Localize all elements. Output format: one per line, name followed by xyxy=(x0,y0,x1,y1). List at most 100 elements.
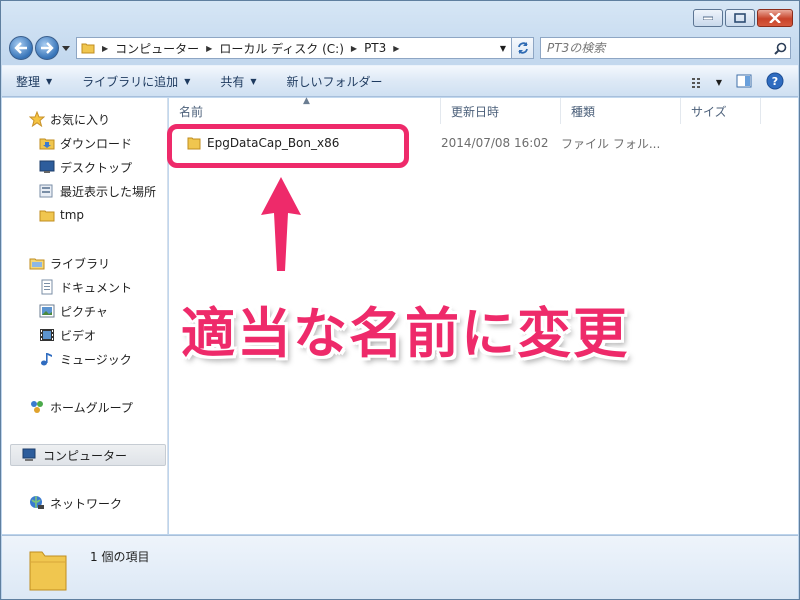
sidebar-item-music[interactable]: ミュージック xyxy=(38,348,166,370)
sidebar-label: ミュージック xyxy=(60,352,132,367)
file-date: 2014/07/08 16:02 xyxy=(441,136,549,150)
sidebar-item-desktop[interactable]: デスクトップ xyxy=(38,156,166,178)
star-icon xyxy=(28,111,46,127)
breadcrumb-separator[interactable]: ▶ xyxy=(206,44,212,53)
videos-icon xyxy=(38,327,56,343)
annotation-text: 適当な名前に変更 xyxy=(181,302,629,365)
column-header-type[interactable]: 種類 xyxy=(561,98,681,124)
preview-pane-icon xyxy=(736,74,752,88)
sidebar-label: ビデオ xyxy=(60,328,97,343)
sidebar-item-computer[interactable]: コンピューター xyxy=(10,444,166,466)
address-bar[interactable]: ▶ コンピューター ▶ ローカル ディスク (C:) ▶ PT3 ▶ ▼ xyxy=(76,37,512,59)
maximize-icon xyxy=(734,13,746,23)
column-header-size[interactable]: サイズ xyxy=(681,98,761,124)
column-label: 更新日時 xyxy=(451,104,500,119)
sidebar-item-downloads[interactable]: ダウンロード xyxy=(38,132,166,154)
close-button[interactable] xyxy=(757,9,793,27)
breadcrumb-separator[interactable]: ▶ xyxy=(102,44,108,53)
sidebar-item-network[interactable]: ネットワーク xyxy=(28,492,166,514)
sidebar-label: コンピューター xyxy=(43,448,128,463)
folder-icon xyxy=(81,41,95,55)
window-controls xyxy=(693,9,793,27)
new-folder-label: 新しいフォルダー xyxy=(286,74,383,89)
pictures-icon xyxy=(38,303,56,319)
folder-icon xyxy=(28,544,68,595)
sidebar-item-favorites[interactable]: お気に入り xyxy=(28,108,166,130)
view-options-button[interactable]: ▼ xyxy=(691,77,722,89)
help-button[interactable]: ? xyxy=(766,72,784,93)
breadcrumb-pt3[interactable]: PT3 xyxy=(364,41,386,55)
maximize-button[interactable] xyxy=(725,9,755,27)
refresh-icon xyxy=(517,42,528,54)
search-icon[interactable] xyxy=(770,42,790,55)
sidebar-label: ドキュメント xyxy=(60,280,133,295)
sidebar-label: お気に入り xyxy=(50,112,111,127)
sidebar-item-libraries[interactable]: ライブラリ xyxy=(28,252,166,274)
sidebar-item-videos[interactable]: ビデオ xyxy=(38,324,166,346)
recent-places-icon xyxy=(38,183,56,199)
documents-icon xyxy=(38,279,56,295)
column-label: サイズ xyxy=(691,104,727,119)
downloads-folder-icon xyxy=(38,135,56,151)
chevron-down-icon: ▼ xyxy=(250,76,257,86)
computer-icon xyxy=(21,447,39,463)
breadcrumb-separator[interactable]: ▶ xyxy=(351,44,357,53)
minimize-icon xyxy=(703,16,713,20)
sort-ascending-icon: ▲ xyxy=(303,96,310,106)
sidebar-label: デスクトップ xyxy=(60,160,133,175)
highlight-box xyxy=(167,124,409,168)
sidebar-item-pictures[interactable]: ピクチャ xyxy=(38,300,166,322)
sidebar-label: ホームグループ xyxy=(50,400,133,415)
network-icon xyxy=(28,495,46,511)
sidebar-label: ライブラリ xyxy=(50,256,111,271)
sidebar-label: ネットワーク xyxy=(50,496,123,511)
organize-label: 整理 xyxy=(16,74,41,89)
chevron-down-icon: ▼ xyxy=(184,76,191,86)
svg-text:?: ? xyxy=(772,75,778,88)
navigation-pane: お気に入り ダウンロード デスクトップ 最近表示した場所 tmp ライブラリ ド… xyxy=(2,98,168,534)
new-folder-button[interactable]: 新しいフォルダー xyxy=(287,73,383,90)
details-view-icon xyxy=(691,77,700,88)
preview-pane-button[interactable] xyxy=(736,74,752,91)
file-type: ファイル フォル... xyxy=(561,136,661,151)
sidebar-label: tmp xyxy=(60,208,85,222)
column-header-name[interactable]: 名前 ▲ xyxy=(169,96,441,124)
help-icon: ? xyxy=(766,72,784,90)
address-history-dropdown[interactable]: ▼ xyxy=(495,44,511,53)
details-pane: 1 個の項目 xyxy=(2,535,798,599)
chevron-down-icon xyxy=(62,45,70,51)
breadcrumb-computer[interactable]: コンピューター xyxy=(115,40,199,57)
share-button[interactable]: 共有 ▼ xyxy=(220,73,256,90)
sidebar-label: ピクチャ xyxy=(60,304,108,319)
sidebar-item-recent-places[interactable]: 最近表示した場所 xyxy=(38,180,166,202)
sidebar-item-tmp[interactable]: tmp xyxy=(38,204,166,226)
breadcrumb-separator[interactable]: ▶ xyxy=(393,44,399,53)
chevron-down-icon: ▼ xyxy=(715,78,722,87)
add-to-library-button[interactable]: ライブラリに追加 ▼ xyxy=(82,73,190,90)
search-box[interactable] xyxy=(540,37,791,59)
item-count: 1 個の項目 xyxy=(90,550,150,564)
close-icon xyxy=(769,13,781,23)
explorer-window: ▶ コンピューター ▶ ローカル ディスク (C:) ▶ PT3 ▶ ▼ PT3… xyxy=(0,0,800,600)
column-header-date[interactable]: 更新日時 xyxy=(441,98,561,124)
search-input[interactable] xyxy=(547,41,770,55)
up-arrow-annotation xyxy=(261,177,301,271)
back-arrow-icon xyxy=(14,42,27,54)
sidebar-item-homegroup[interactable]: ホームグループ xyxy=(28,396,166,418)
column-label: 名前 xyxy=(179,104,204,119)
refresh-button[interactable] xyxy=(512,37,534,59)
back-button[interactable] xyxy=(9,36,33,60)
minimize-button[interactable] xyxy=(693,9,723,27)
forward-button[interactable] xyxy=(35,36,59,60)
recent-pages-dropdown[interactable] xyxy=(60,45,72,51)
folder-icon xyxy=(38,207,56,223)
chevron-down-icon: ▼ xyxy=(46,76,53,86)
libraries-icon xyxy=(28,255,46,271)
breadcrumb-local-disk[interactable]: ローカル ディスク (C:) xyxy=(219,40,344,57)
desktop-icon xyxy=(38,159,56,175)
command-bar: 整理 ▼ ライブラリに追加 ▼ 共有 ▼ 新しいフォルダー ▼ ? xyxy=(2,65,798,97)
homegroup-icon xyxy=(28,399,46,415)
column-label: 種類 xyxy=(571,104,596,119)
organize-button[interactable]: 整理 ▼ xyxy=(16,73,52,90)
sidebar-item-documents[interactable]: ドキュメント xyxy=(38,276,166,298)
